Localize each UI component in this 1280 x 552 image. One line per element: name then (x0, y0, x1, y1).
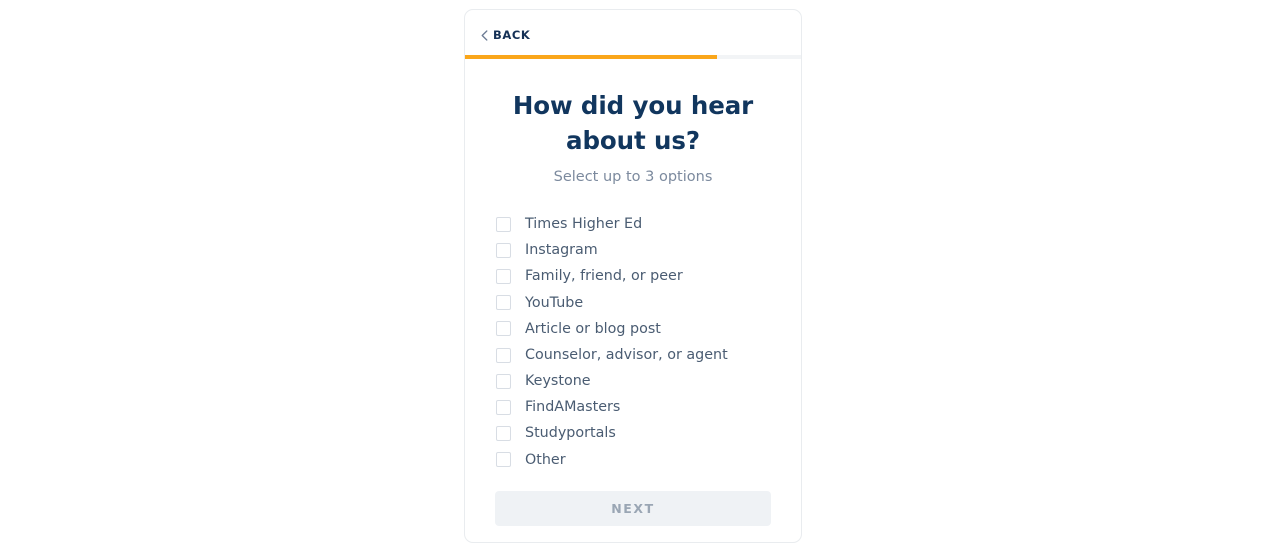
list-item-label: FindAMasters (525, 399, 621, 416)
list-item[interactable]: Counselor, advisor, or agent (495, 342, 771, 368)
checkbox[interactable] (496, 295, 511, 311)
checkbox[interactable] (496, 242, 511, 258)
list-item[interactable]: Studyportals (495, 421, 771, 447)
list-item[interactable]: Instagram (495, 237, 771, 263)
list-item-label: YouTube (525, 294, 584, 311)
checkbox[interactable] (496, 399, 511, 415)
checkbox[interactable] (496, 452, 511, 468)
page-root: BACK How did you hear about us? Select u… (0, 0, 1280, 552)
card-header: BACK (465, 10, 801, 53)
list-item-label: Keystone (525, 373, 591, 390)
list-item-label: Article or blog post (525, 320, 661, 337)
checkbox[interactable] (496, 268, 511, 284)
card-body: How did you hear about us? Select up to … (465, 59, 801, 526)
back-button[interactable]: BACK (481, 28, 531, 42)
list-item-label: Other (525, 451, 566, 468)
list-item[interactable]: Times Higher Ed (495, 211, 771, 237)
list-item-label: Counselor, advisor, or agent (525, 346, 728, 363)
list-item[interactable]: Family, friend, or peer (495, 263, 771, 289)
checkbox[interactable] (496, 426, 511, 442)
list-item[interactable]: YouTube (495, 290, 771, 316)
list-item[interactable]: FindAMasters (495, 394, 771, 420)
chevron-left-icon (481, 30, 488, 41)
list-item[interactable]: Keystone (495, 368, 771, 394)
checkbox[interactable] (496, 347, 511, 363)
list-item-label: Instagram (525, 242, 598, 259)
list-item-label: Family, friend, or peer (525, 268, 683, 285)
checkbox[interactable] (496, 373, 511, 389)
list-item[interactable]: Other (495, 447, 771, 473)
list-item-label: Times Higher Ed (525, 215, 643, 232)
back-label: BACK (493, 28, 531, 42)
checkbox[interactable] (496, 321, 511, 337)
next-button[interactable]: NEXT (495, 490, 771, 526)
list-item-label: Studyportals (525, 425, 616, 442)
checkbox[interactable] (496, 216, 511, 232)
list-item[interactable]: Article or blog post (495, 316, 771, 342)
survey-card: BACK How did you hear about us? Select u… (464, 9, 802, 543)
options-list: Times Higher Ed Instagram Family, friend… (495, 211, 771, 473)
page-title: How did you hear about us? (512, 91, 754, 155)
page-subtitle: Select up to 3 options (553, 169, 713, 185)
